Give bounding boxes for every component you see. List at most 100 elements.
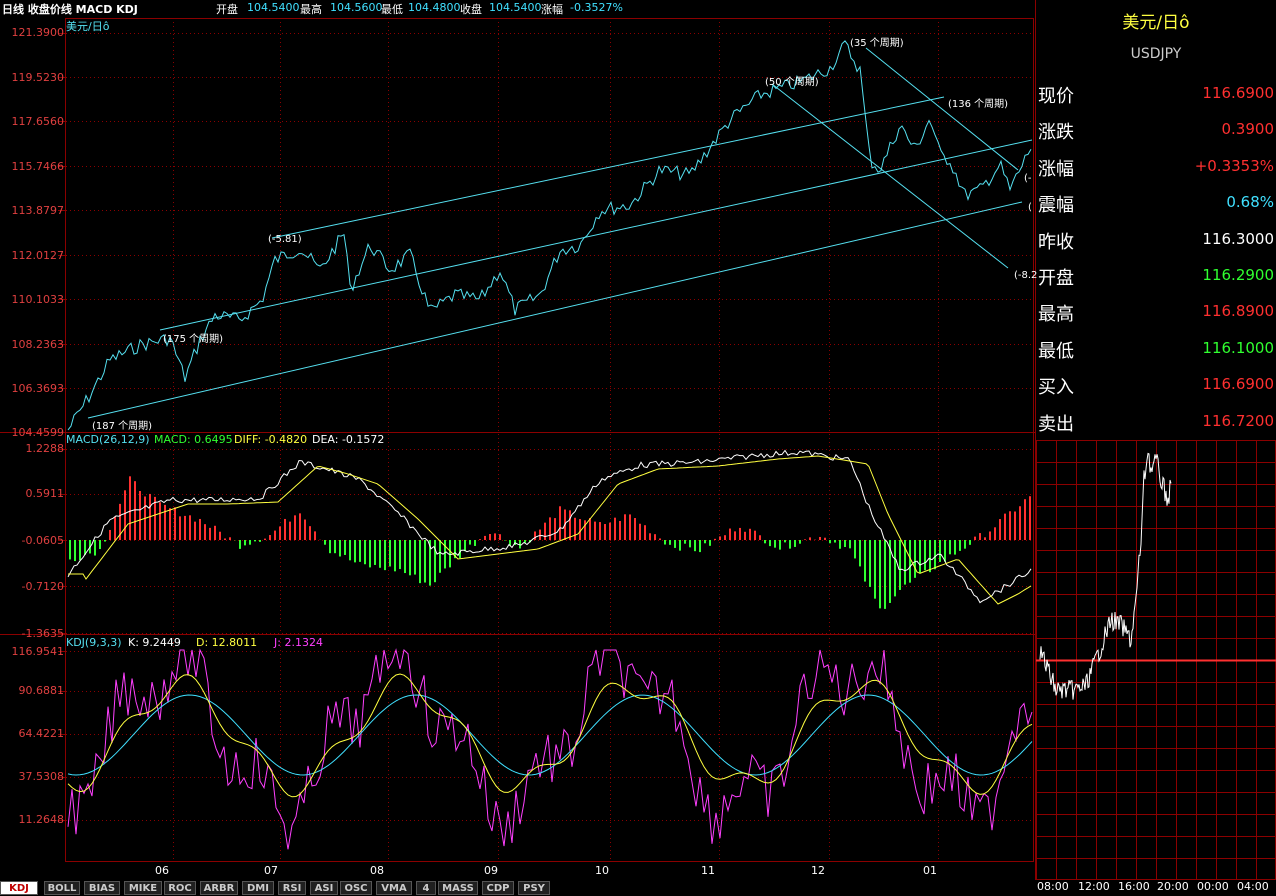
quote-row-label: 卖出: [1038, 413, 1074, 435]
time-tick-label: 08:00: [1037, 880, 1069, 893]
kdj-d: D: 12.8011: [196, 636, 258, 649]
symbol-label: 美元/日ô: [66, 20, 110, 33]
quote-row-label: 买入: [1038, 377, 1074, 399]
intraday-price-line: [1039, 452, 1172, 700]
x-tick-label: 09: [484, 864, 498, 877]
x-tick-label: 11: [701, 864, 715, 877]
tab-psy[interactable]: PSY: [518, 881, 550, 895]
y-tick-label: 11.2648: [18, 813, 65, 826]
quote-row: 买入 116.6900: [1036, 367, 1276, 403]
x-tick-label: 06: [155, 864, 169, 877]
tab-roc[interactable]: ROC: [164, 881, 196, 895]
y-tick-label: 104.4599: [11, 426, 65, 439]
quote-row-value: +0.3353%: [1194, 156, 1274, 175]
quote-row-label: 涨幅: [1038, 158, 1074, 180]
tab-kdj[interactable]: KDJ: [0, 881, 38, 895]
macd-name: MACD(26,12,9): [66, 433, 150, 446]
intraday-grid: [1036, 440, 1276, 880]
trend-annotation: (35 个周期): [850, 38, 904, 49]
tab-vma[interactable]: VMA: [376, 881, 412, 895]
trend-line: [771, 83, 1009, 269]
kdj-j: J: 2.1324: [274, 636, 323, 649]
y-tick-label: -0.7120: [21, 580, 64, 593]
trend-line: [87, 201, 1023, 419]
trend-annotation: (-: [1024, 173, 1032, 184]
x-tick-label: 08: [370, 864, 384, 877]
indicator-tabs: KDJ BOLL BIAS MIKE ROC ARBR DMI RSI ASI …: [0, 880, 1036, 896]
macd-value: MACD: 0.6495: [154, 433, 233, 446]
tab-cdp[interactable]: CDP: [482, 881, 514, 895]
quote-row-value: 116.6900: [1202, 84, 1274, 102]
quote-row: 昨收 116.3000: [1036, 222, 1276, 258]
macd-diff: DIFF: -0.4820: [234, 433, 308, 446]
quote-row: 现价 116.6900: [1036, 76, 1276, 112]
quote-row: 涨幅 +0.3353%: [1036, 149, 1276, 185]
y-tick-label: 1.2288: [25, 442, 65, 455]
trend-line: [271, 96, 945, 239]
x-tick-label: 10: [595, 864, 609, 877]
quote-row-value: 116.7200: [1202, 411, 1274, 430]
quote-row-value: 116.6900: [1202, 375, 1274, 394]
kdj-name: KDJ(9,3,3): [66, 636, 122, 649]
y-tick-label: 108.2363: [11, 338, 65, 351]
quote-row: 卖出 116.7200: [1036, 404, 1276, 440]
tab-dmi[interactable]: DMI: [242, 881, 274, 895]
kdj-j-line: [67, 648, 1033, 850]
tab-rsi[interactable]: RSI: [278, 881, 306, 895]
quote-row-label: 涨跌: [1038, 122, 1074, 144]
y-tick-label: 121.3900: [11, 26, 65, 39]
x-tick-label: 12: [811, 864, 825, 877]
x-tick-label: 01: [923, 864, 937, 877]
quote-header: 美元/日ô USDJPY: [1036, 0, 1276, 72]
trend-annotation: (-5.81): [268, 234, 302, 245]
y-tick-label: 90.6881: [18, 684, 65, 697]
y-tick-label: -0.0605: [21, 534, 64, 547]
y-tick-label: -1.3635: [21, 627, 64, 640]
y-tick-label: 119.5230: [11, 71, 65, 84]
y-tick-label: 0.5911: [25, 487, 65, 500]
quote-row-label: 开盘: [1038, 268, 1074, 289]
quote-row: 开盘 116.2900: [1036, 258, 1276, 294]
time-tick-label: 20:00: [1157, 880, 1189, 893]
quote-row-label: 昨收: [1038, 231, 1074, 253]
quote-row-label: 最高: [1038, 304, 1074, 326]
quote-row: 最低 116.1000: [1036, 331, 1276, 367]
quote-row-label: 震幅: [1038, 195, 1074, 217]
y-tick-label: 115.7466: [11, 160, 65, 173]
y-tick-label: 37.5308: [18, 770, 65, 783]
y-tick-label: 113.8797: [11, 204, 65, 217]
time-tick-label: 12:00: [1078, 880, 1110, 893]
tab-mike[interactable]: MIKE: [124, 881, 162, 895]
tab-asi[interactable]: ASI: [310, 881, 338, 895]
quote-row-value: 116.1000: [1202, 338, 1274, 357]
quote-row-value: 116.8900: [1202, 302, 1274, 321]
tab-arbr[interactable]: ARBR: [200, 881, 238, 895]
macd-dea: DEA: -0.1572: [312, 433, 385, 446]
trend-annotation: (: [1028, 202, 1032, 213]
macd-histogram: [69, 476, 1031, 609]
trend-annotation: (136 个周期): [948, 99, 1009, 110]
trend-annotation: (50 个周期): [765, 77, 819, 88]
time-tick-label: 16:00: [1118, 880, 1150, 893]
trend-annotation: (187 个周期): [92, 421, 153, 432]
quote-row-label: 现价: [1038, 86, 1074, 107]
price-line: [67, 40, 1032, 431]
tab-osc[interactable]: OSC: [340, 881, 372, 895]
tab-boll[interactable]: BOLL: [44, 881, 80, 895]
y-tick-label: 116.9541: [11, 645, 65, 658]
trend-annotation: (175 个周期): [163, 334, 224, 345]
quote-row-value: 0.68%: [1226, 193, 1274, 212]
y-tick-label: 110.1033: [11, 293, 65, 306]
tab-bias[interactable]: BIAS: [84, 881, 120, 895]
intraday-chart[interactable]: [1036, 440, 1276, 880]
time-tick-label: 04:00: [1237, 880, 1269, 893]
kdj-k: K: 9.2449: [128, 636, 181, 649]
quote-row: 涨跌 0.3900: [1036, 112, 1276, 148]
quote-row-value: 116.3000: [1202, 229, 1274, 248]
quote-panel: 美元/日ô USDJPY 现价 116.6900 涨跌 0.3900 涨幅 +0.3353…: [1036, 0, 1276, 896]
quote-row-label: 最低: [1038, 340, 1074, 362]
quote-code: USDJPY: [1130, 46, 1182, 62]
tab-4[interactable]: 4: [416, 881, 436, 895]
quote-title: 美元/日ô: [1122, 13, 1190, 33]
tab-mass[interactable]: MASS: [438, 881, 478, 895]
